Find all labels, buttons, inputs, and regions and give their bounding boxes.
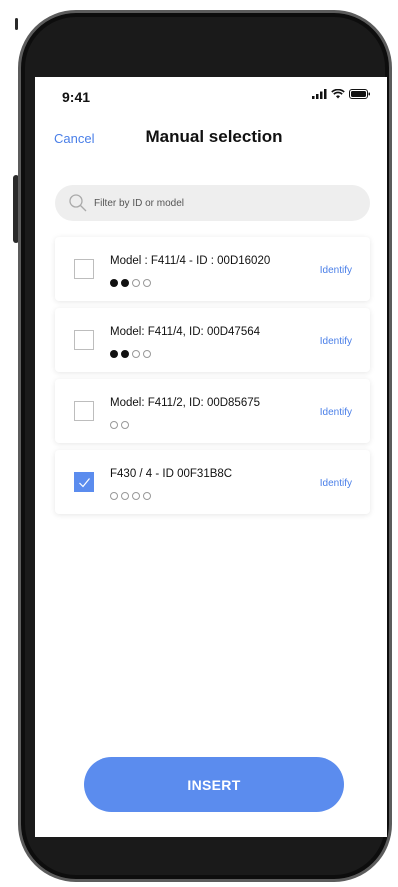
dot-empty [132, 350, 140, 358]
status-bar: 9:41 [35, 77, 387, 121]
phone-screen: 9:41 Manual selection Cancel Filter by I… [35, 77, 387, 837]
device-title: F430 / 4 - ID 00F31B8C [110, 468, 233, 480]
dot-empty [143, 350, 151, 358]
dot-empty [121, 421, 129, 429]
phone-side-button-top [15, 18, 18, 30]
dot-empty [143, 279, 151, 287]
device-checkbox[interactable] [74, 401, 94, 421]
search-placeholder: Filter by ID or model [94, 197, 185, 209]
list-item[interactable]: Model : F411/4 - ID : 00D16020 Identify [55, 237, 370, 301]
battery-icon [349, 89, 370, 99]
dot-filled [121, 279, 129, 287]
device-title: Model : F411/4 - ID : 00D16020 [110, 255, 271, 267]
signal-dots [110, 350, 151, 358]
device-checkbox[interactable] [74, 259, 94, 279]
search-input[interactable]: Filter by ID or model [55, 185, 370, 221]
check-icon [79, 478, 90, 488]
dot-empty [121, 492, 129, 500]
list-item[interactable]: F430 / 4 - ID 00F31B8C Identify [55, 450, 370, 514]
list-item[interactable]: Model: F411/2, ID: 00D85675 Identify [55, 379, 370, 443]
identify-button[interactable]: Identify [320, 336, 352, 347]
dot-empty [110, 492, 118, 500]
device-title: Model: F411/2, ID: 00D85675 [110, 397, 261, 409]
dot-filled [121, 350, 129, 358]
dot-empty [143, 492, 151, 500]
signal-dots [110, 492, 151, 500]
device-list: Model : F411/4 - ID : 00D16020 Identify … [55, 237, 370, 521]
list-item[interactable]: Model: F411/4, ID: 00D47564 Identify [55, 308, 370, 372]
dot-filled [110, 279, 118, 287]
dot-empty [132, 492, 140, 500]
nav-bar: Manual selection Cancel [35, 123, 387, 163]
signal-icon [312, 89, 327, 99]
device-checkbox[interactable] [74, 330, 94, 350]
device-title: Model: F411/4, ID: 00D47564 [110, 326, 261, 338]
status-time: 9:41 [62, 89, 91, 105]
search-icon [69, 194, 87, 212]
dot-empty [110, 421, 118, 429]
identify-button[interactable]: Identify [320, 407, 352, 418]
signal-dots [110, 421, 129, 429]
status-icons [312, 89, 371, 99]
dot-filled [110, 350, 118, 358]
identify-button[interactable]: Identify [320, 265, 352, 276]
dot-empty [132, 279, 140, 287]
insert-button[interactable]: INSERT [84, 757, 344, 812]
signal-dots [110, 279, 151, 287]
wifi-icon [331, 89, 345, 99]
cancel-button[interactable]: Cancel [54, 131, 94, 146]
device-checkbox-checked[interactable] [74, 472, 94, 492]
identify-button[interactable]: Identify [320, 478, 352, 489]
